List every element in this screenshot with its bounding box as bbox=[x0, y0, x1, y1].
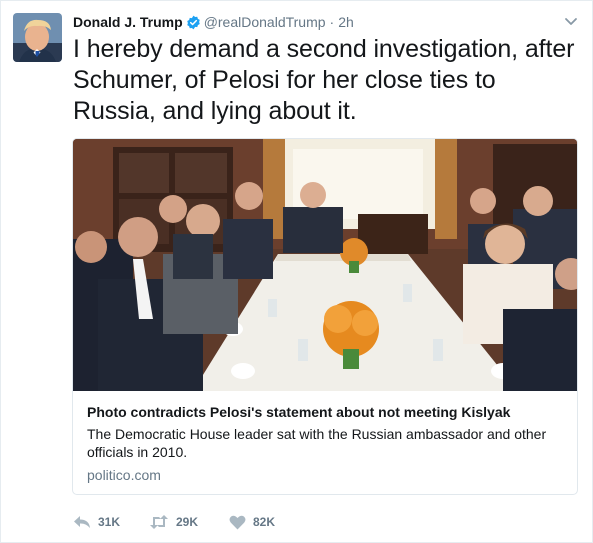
card-domain: politico.com bbox=[87, 467, 161, 483]
avatar[interactable] bbox=[13, 13, 62, 62]
timestamp[interactable]: 2h bbox=[338, 14, 354, 30]
card-body[interactable]: Photo contradicts Pelosi's statement abo… bbox=[87, 403, 567, 484]
link-card[interactable]: Photo contradicts Pelosi's statement abo… bbox=[72, 138, 578, 495]
author-name[interactable]: Donald J. Trump bbox=[73, 14, 183, 30]
heart-icon bbox=[229, 515, 246, 530]
reply-button[interactable]: 31K bbox=[73, 515, 149, 529]
card-description: The Democratic House leader sat with the… bbox=[87, 426, 547, 460]
retweet-count: 29K bbox=[176, 515, 199, 529]
tweet-text: I hereby demand a second investigation, … bbox=[73, 35, 575, 125]
reply-count: 31K bbox=[98, 515, 121, 529]
card-photo[interactable] bbox=[73, 139, 577, 391]
verified-badge-icon bbox=[186, 15, 201, 30]
card-title[interactable]: Photo contradicts Pelosi's statement abo… bbox=[87, 403, 567, 421]
retweet-icon bbox=[149, 515, 169, 529]
retweet-button[interactable]: 29K bbox=[149, 515, 229, 529]
reply-icon bbox=[73, 515, 91, 529]
chevron-down-icon[interactable] bbox=[564, 15, 578, 27]
action-bar: 31K 29K 82K bbox=[73, 512, 309, 532]
like-button[interactable]: 82K bbox=[229, 515, 309, 530]
separator-dot: · bbox=[329, 14, 335, 30]
author-handle[interactable]: @realDonaldTrump bbox=[204, 14, 326, 30]
tweet-header: Donald J. Trump @realDonaldTrump · 2h bbox=[73, 13, 354, 31]
like-count: 82K bbox=[253, 515, 276, 529]
tweet[interactable]: Donald J. Trump @realDonaldTrump · 2h I … bbox=[0, 0, 593, 543]
